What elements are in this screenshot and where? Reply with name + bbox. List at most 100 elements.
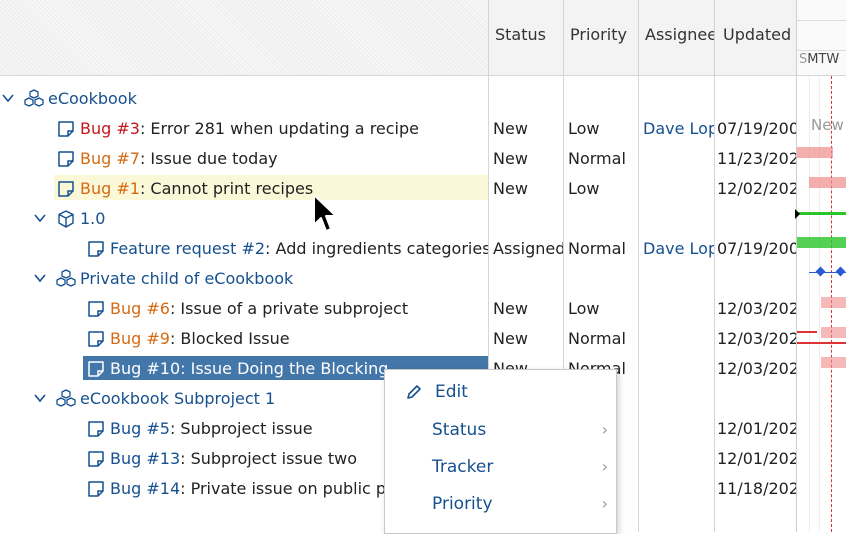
subject-cell[interactable]: Bug #3: Error 281 when updating a recipe <box>80 114 488 144</box>
issue-tracker-link[interactable]: Bug #3 <box>80 119 140 138</box>
issue-subject: Private issue on public pr <box>185 479 393 498</box>
version-link[interactable]: 1.0 <box>80 209 105 228</box>
issue-row[interactable]: Bug #7: Issue due today New Normal 11/23/20… <box>0 144 796 174</box>
menu-item-priority[interactable]: Priority › <box>385 486 616 522</box>
updated-column-header[interactable]: Updated <box>714 0 796 75</box>
issue-tracker-link[interactable]: Bug #6 <box>110 299 170 318</box>
updated-cell: 12/01/2024 <box>717 419 796 438</box>
subject-cell[interactable]: Bug #6: Issue of a private subproject <box>110 294 488 324</box>
chevron-right-icon: › <box>601 420 608 439</box>
assignee-cell[interactable]: Dave Lop <box>638 234 714 264</box>
menu-item-edit-label: Edit <box>435 382 468 402</box>
issue-row[interactable]: Bug #3: Error 281 when updating a recipe… <box>0 114 796 144</box>
issue-tracker-link[interactable]: Bug #13 <box>110 449 180 468</box>
gantt-bar-bug-7[interactable] <box>797 147 833 158</box>
gantt-bar-bug-10[interactable] <box>821 357 846 368</box>
assignee-cell[interactable] <box>638 474 714 504</box>
project-link[interactable]: Private child of eCookbook <box>80 269 293 288</box>
assignee-cell[interactable] <box>638 444 714 474</box>
issue-tracker-link[interactable]: Bug #7 <box>80 149 140 168</box>
updated-cell: 11/18/2024 <box>717 479 796 498</box>
updated-cell: 12/03/2024 <box>717 329 796 348</box>
gantt-bar-bug-6[interactable] <box>821 297 846 308</box>
gantt-relation-line <box>797 342 846 344</box>
updated-cell: 12/02/2024 <box>717 179 796 198</box>
issue-row[interactable]: Bug #1: Cannot print recipes New Low 12/02/… <box>0 174 796 204</box>
issue-subject: Blocked Issue <box>175 329 290 348</box>
issue-subject: Cannot print recipes <box>145 179 314 198</box>
subject-cell[interactable]: Bug #9: Blocked Issue <box>110 324 488 354</box>
issue-tracker-link[interactable]: Bug #5 <box>110 419 170 438</box>
issue-icon <box>86 299 106 319</box>
issue-icon <box>86 239 106 259</box>
project-link[interactable]: eCookbook Subproject 1 <box>80 389 275 408</box>
assignee-cell[interactable]: Dave Lop <box>638 114 714 144</box>
assignee-column-header[interactable]: Assignee <box>638 0 714 75</box>
status-cell: New <box>493 119 528 138</box>
gantt-version-marker-icon <box>795 209 800 219</box>
assignee-cell[interactable] <box>638 294 714 324</box>
mouse-cursor-icon <box>313 194 337 232</box>
issue-row[interactable]: Bug #6: Issue of a private subproject New… <box>0 294 796 324</box>
issue-icon <box>86 479 106 499</box>
menu-item-status[interactable]: Status › <box>385 412 616 448</box>
subject-cell[interactable]: eCookbook <box>48 84 488 114</box>
priority-column-header[interactable]: Priority <box>563 0 638 75</box>
issue-subject: Error 281 when updating a recipe <box>145 119 419 138</box>
assignee-cell[interactable] <box>638 354 714 384</box>
gantt-relation-arrow <box>797 331 817 333</box>
subject-cell[interactable]: Bug #7: Issue due today <box>80 144 488 174</box>
issue-subject: Subproject issue two <box>185 449 358 468</box>
version-group-row[interactable]: 1.0 <box>0 204 796 234</box>
project-cubes-icon <box>24 89 44 109</box>
subject-cell[interactable]: Feature request #2: Add ingredients cate… <box>110 234 488 264</box>
project-group-row[interactable]: Private child of eCookbook <box>0 264 796 294</box>
issue-row[interactable]: Bug #9: Blocked Issue New Normal 12/03/2024 <box>0 324 796 354</box>
project-link[interactable]: eCookbook <box>48 89 137 108</box>
gantt-bar-bug-9[interactable] <box>821 327 846 338</box>
issue-tracker-link[interactable]: Bug #10 <box>110 359 180 378</box>
project-cubes-icon <box>56 269 76 289</box>
assignee-cell[interactable] <box>638 414 714 444</box>
subject-column-header[interactable] <box>0 0 488 75</box>
menu-item-priority-label: Priority <box>432 494 493 514</box>
status-cell: New <box>493 299 528 318</box>
chevron-down-icon[interactable] <box>32 210 48 226</box>
gantt-bar-feature-2[interactable] <box>797 237 846 248</box>
gantt-bar-bug-1[interactable] <box>809 177 846 188</box>
context-menu: Edit Status › Tracker › Priority › <box>384 369 617 534</box>
gantt-diamond-icon <box>815 266 826 277</box>
chevron-right-icon: › <box>601 457 608 476</box>
issue-subject: Issue of a private subproject <box>175 299 409 318</box>
issue-tracker-link[interactable]: Feature request #2 <box>110 239 265 258</box>
issue-tracker-link[interactable]: Bug #1 <box>80 179 140 198</box>
issue-tracker-link[interactable]: Bug #9 <box>110 329 170 348</box>
status-column-header[interactable]: Status <box>488 0 563 75</box>
gantt-day-labels: SMTW <box>799 52 839 67</box>
menu-item-edit[interactable]: Edit <box>385 374 616 410</box>
issue-row[interactable]: Feature request #2: Add ingredients cate… <box>0 234 796 264</box>
menu-item-tracker[interactable]: Tracker › <box>385 449 616 485</box>
subject-cell[interactable]: Bug #1: Cannot print recipes <box>80 174 488 204</box>
subject-cell[interactable]: Private child of eCookbook <box>80 264 488 294</box>
issue-icon <box>86 359 106 379</box>
chevron-down-icon[interactable] <box>0 90 16 106</box>
chevron-down-icon[interactable] <box>32 270 48 286</box>
priority-cell: Low <box>568 179 600 198</box>
updated-cell: 12/01/2024 <box>717 449 796 468</box>
assignee-cell[interactable] <box>638 144 714 174</box>
status-cell: New <box>493 179 528 198</box>
subject-cell[interactable]: 1.0 <box>80 204 488 234</box>
assignee-cell[interactable] <box>638 324 714 354</box>
gantt-gridline <box>819 76 820 532</box>
gantt-day-mtw: MTW <box>807 52 840 67</box>
menu-item-tracker-label: Tracker <box>432 457 494 477</box>
chevron-down-icon[interactable] <box>32 390 48 406</box>
project-group-row[interactable]: eCookbook <box>0 84 796 114</box>
assignee-cell[interactable] <box>638 174 714 204</box>
issue-tracker-link[interactable]: Bug #14 <box>110 479 180 498</box>
updated-cell: 07/19/2006 <box>717 239 796 258</box>
issue-icon <box>56 119 76 139</box>
pencil-icon <box>407 385 421 399</box>
issue-subject: Add ingredients categories <box>270 239 488 258</box>
